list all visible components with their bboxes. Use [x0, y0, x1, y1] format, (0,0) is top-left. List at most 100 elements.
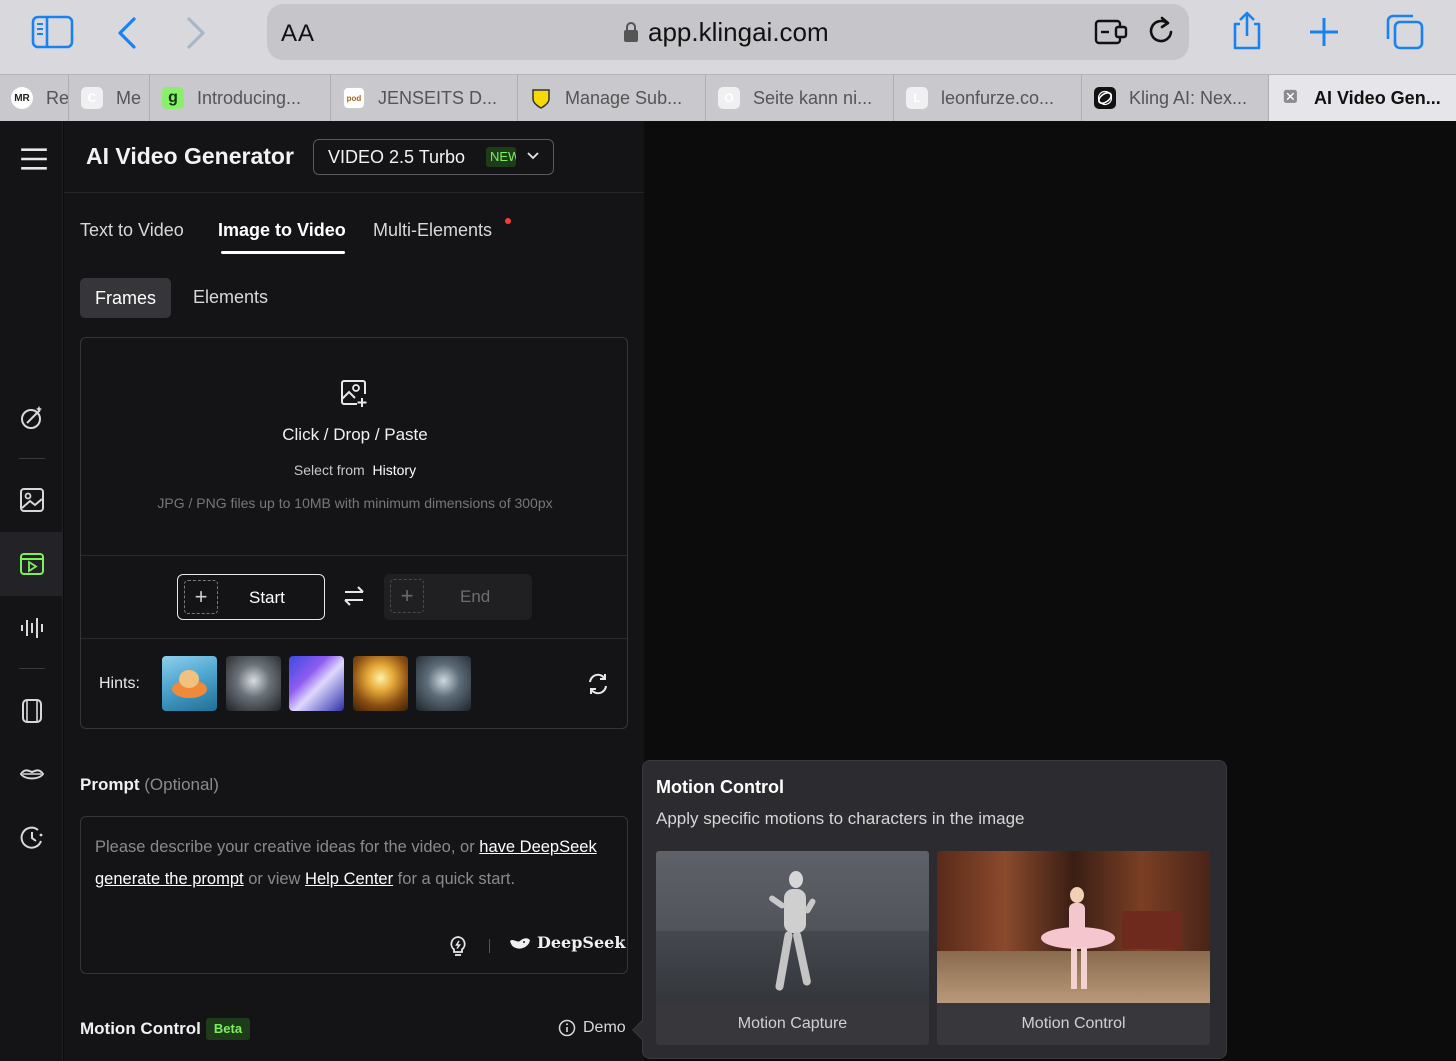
active-tab-underline	[221, 251, 345, 254]
segment-frames[interactable]: Frames	[80, 278, 171, 318]
menu-icon[interactable]	[20, 145, 48, 173]
image-upload-area[interactable]: Click / Drop / Paste Select from History…	[80, 337, 628, 729]
lightbulb-icon[interactable]	[449, 935, 467, 957]
demo-link[interactable]: Demo	[558, 1019, 626, 1037]
generator-panel: AI Video Generator VIDEO 2.5 Turbo NEW T…	[64, 121, 644, 1061]
browser-tab[interactable]: L leonfurze.co...	[894, 75, 1082, 121]
help-center-link[interactable]: Help Center	[305, 870, 393, 888]
select-from-history: Select from History	[81, 462, 629, 478]
g-favicon-icon: g	[162, 87, 184, 109]
swap-icon[interactable]	[343, 585, 365, 607]
mannequin-image	[656, 851, 929, 1003]
hint-thumbnail[interactable]	[226, 656, 281, 711]
hint-thumbnail[interactable]	[416, 656, 471, 711]
add-image-icon	[341, 380, 367, 407]
lock-icon	[624, 22, 638, 42]
model-selector[interactable]: VIDEO 2.5 Turbo NEW	[313, 139, 554, 175]
tab-label: Introducing...	[197, 87, 302, 108]
image-icon[interactable]	[18, 486, 46, 514]
share-icon[interactable]	[1229, 10, 1265, 52]
browser-tab[interactable]: Manage Sub...	[518, 75, 706, 121]
info-icon	[558, 1019, 576, 1037]
new-badge: NEW	[486, 147, 516, 167]
hint-thumbnail[interactable]	[289, 656, 344, 711]
back-icon[interactable]	[114, 16, 140, 50]
browser-tab-active[interactable]: AI Video Gen...	[1269, 75, 1456, 121]
tooltip-description: Apply specific motions to characters in …	[656, 809, 1025, 828]
demo-label: Demo	[583, 1019, 626, 1036]
browser-tab[interactable]: O Seite kann ni...	[706, 75, 894, 121]
hint-thumbnail[interactable]	[162, 656, 217, 711]
hints-label: Hints:	[99, 675, 140, 692]
model-label: VIDEO 2.5 Turbo	[328, 147, 466, 167]
o-favicon-icon: O	[718, 87, 740, 109]
tab-label: JENSEITS D...	[378, 87, 498, 108]
video-icon[interactable]	[18, 550, 46, 578]
rail-divider	[19, 668, 45, 669]
divider	[489, 939, 490, 953]
tab-overview-icon[interactable]	[1385, 13, 1425, 51]
prompt-optional: (Optional)	[144, 775, 219, 794]
start-label: Start	[249, 588, 285, 607]
tab-label: Me	[116, 87, 142, 108]
tab-label: Re	[46, 87, 69, 108]
c-favicon-icon: C	[81, 87, 103, 109]
magic-edit-icon[interactable]	[18, 404, 46, 432]
card-caption: Motion Capture	[656, 1003, 929, 1045]
plus-icon: +	[390, 579, 424, 613]
avatar: MR	[11, 87, 33, 109]
motion-capture-card[interactable]: Motion Capture	[656, 851, 929, 1045]
refresh-icon[interactable]	[586, 672, 610, 696]
effects-icon[interactable]	[18, 697, 46, 725]
browser-tab[interactable]: MR Re	[0, 75, 69, 121]
chevron-down-icon	[527, 152, 539, 160]
browser-tab[interactable]: g Introducing...	[150, 75, 331, 121]
motion-control-card[interactable]: Motion Control	[937, 851, 1210, 1045]
card-caption: Motion Control	[937, 1003, 1210, 1045]
plus-icon: +	[184, 580, 218, 614]
tooltip-title: Motion Control	[656, 777, 784, 797]
url-text: app.klingai.com	[648, 17, 829, 47]
prompt-input[interactable]: Please describe your creative ideas for …	[80, 816, 628, 974]
tab-image-to-video[interactable]: Image to Video	[218, 220, 346, 241]
deepseek-button[interactable]: DeepSeek	[509, 933, 625, 952]
tab-label: AI Video Gen...	[1314, 87, 1441, 108]
close-tab-icon[interactable]	[1283, 89, 1301, 107]
sidebar-icon[interactable]	[31, 14, 75, 50]
beta-badge: Beta	[206, 1018, 250, 1040]
file-requirements: JPG / PNG files up to 10MB with minimum …	[157, 495, 553, 511]
l-favicon-icon: L	[906, 87, 928, 109]
new-indicator-dot	[505, 218, 511, 224]
placeholder-text: for a quick start.	[393, 870, 516, 888]
tab-bar: MR Re C Me g Introducing... pod JENSEITS…	[0, 74, 1456, 121]
tab-label: Seite kann ni...	[753, 87, 873, 108]
address-bar[interactable]: AA app.klingai.com	[267, 4, 1189, 60]
extension-icon[interactable]	[1094, 17, 1130, 47]
history-link[interactable]: History	[373, 462, 417, 478]
tab-label: Kling AI: Nex...	[1129, 87, 1248, 108]
end-frame-button[interactable]: + End	[384, 574, 532, 620]
hint-thumbnail[interactable]	[353, 656, 408, 711]
forward-icon[interactable]	[183, 16, 209, 50]
browser-tab[interactable]: pod JENSEITS D...	[331, 75, 518, 121]
tab-text-to-video[interactable]: Text to Video	[80, 220, 184, 241]
page-title: AI Video Generator	[86, 143, 294, 169]
start-frame-button[interactable]: + Start	[177, 574, 325, 620]
history-icon[interactable]	[18, 824, 46, 852]
ballerina-image	[937, 851, 1210, 1003]
history-prefix: Select from	[293, 462, 365, 478]
new-tab-icon[interactable]	[1308, 16, 1340, 48]
prompt-label: Prompt (Optional)	[80, 775, 219, 795]
segment-elements[interactable]: Elements	[193, 287, 268, 308]
motion-control-label: Motion Control	[80, 1019, 201, 1038]
browser-tab[interactable]: Kling AI: Nex...	[1082, 75, 1269, 121]
audio-icon[interactable]	[18, 614, 46, 642]
tab-label: Manage Sub...	[565, 87, 683, 108]
lip-sync-icon[interactable]	[18, 761, 46, 789]
icon-rail	[0, 121, 63, 1061]
browser-tab[interactable]: C Me	[69, 75, 150, 121]
end-label: End	[460, 587, 491, 606]
reload-icon[interactable]	[1147, 15, 1177, 47]
text-size-button[interactable]: AA	[281, 20, 315, 48]
tab-multi-elements[interactable]: Multi-Elements	[373, 220, 492, 241]
